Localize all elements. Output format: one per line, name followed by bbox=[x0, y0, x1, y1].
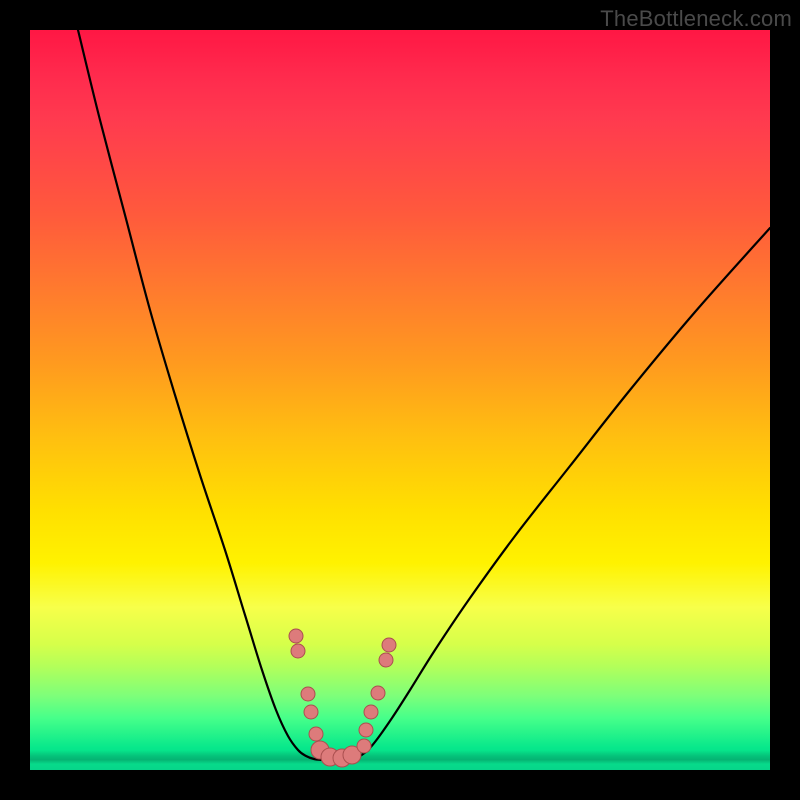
watermark-text: TheBottleneck.com bbox=[600, 6, 792, 32]
data-point-marker bbox=[371, 686, 385, 700]
data-point-marker bbox=[359, 723, 373, 737]
left-curve bbox=[78, 30, 322, 760]
data-point-marker bbox=[364, 705, 378, 719]
chart-frame: TheBottleneck.com bbox=[0, 0, 800, 800]
data-point-marker bbox=[304, 705, 318, 719]
data-point-marker bbox=[289, 629, 303, 643]
curve-layer bbox=[78, 30, 770, 761]
data-point-marker bbox=[379, 653, 393, 667]
right-curve bbox=[352, 228, 770, 760]
data-point-marker bbox=[357, 739, 371, 753]
data-point-marker bbox=[301, 687, 315, 701]
data-point-marker bbox=[291, 644, 305, 658]
chart-svg bbox=[30, 30, 770, 770]
marker-layer bbox=[289, 629, 396, 767]
data-point-marker bbox=[382, 638, 396, 652]
plot-area bbox=[30, 30, 770, 770]
data-point-marker bbox=[309, 727, 323, 741]
